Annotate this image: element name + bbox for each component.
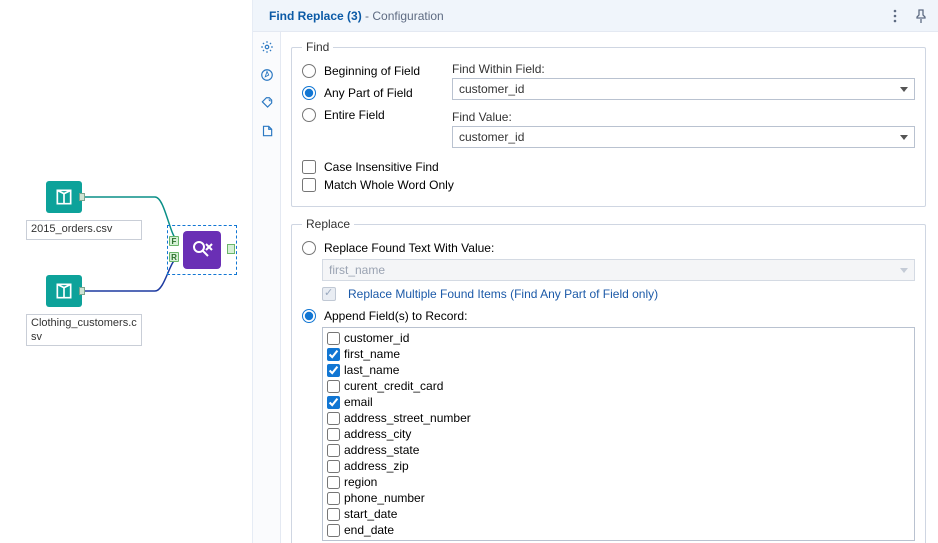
replace-value-dropdown: first_name: [322, 259, 915, 281]
radio-beginning-of-field[interactable]: Beginning of Field: [302, 64, 442, 78]
field-checkbox-address_zip[interactable]: address_zip: [327, 458, 910, 474]
field-checkbox-start_date[interactable]: start_date: [327, 506, 910, 522]
node-label-orders: 2015_orders.csv: [26, 220, 142, 240]
config-tab-icon[interactable]: [258, 38, 276, 56]
field-checkbox-end_date[interactable]: end_date: [327, 522, 910, 538]
radio-replace-with-value[interactable]: Replace Found Text With Value:: [302, 241, 915, 255]
append-field-list[interactable]: customer_idfirst_namelast_namecurent_cre…: [322, 327, 915, 541]
replace-multiple-note: Replace Multiple Found Items (Find Any P…: [322, 287, 915, 301]
replace-group: Replace Replace Found Text With Value: f…: [291, 217, 926, 543]
find-value-label: Find Value:: [452, 110, 915, 124]
input-port-f[interactable]: F: [169, 236, 179, 246]
file-input-icon: [46, 275, 82, 307]
field-checkbox-customer_id[interactable]: customer_id: [327, 330, 910, 346]
field-checkbox-address_street_number[interactable]: address_street_number: [327, 410, 910, 426]
output-port[interactable]: [79, 193, 85, 201]
field-checkbox-phone_number[interactable]: phone_number: [327, 490, 910, 506]
panel-title: Find Replace (3) - Configuration: [269, 9, 444, 23]
field-checkbox-curent_credit_card[interactable]: curent_credit_card: [327, 378, 910, 394]
checkbox-case-insensitive[interactable]: Case Insensitive Find: [302, 160, 915, 174]
pin-icon[interactable]: [914, 9, 928, 23]
find-within-label: Find Within Field:: [452, 62, 915, 76]
radio-any-part-of-field[interactable]: Any Part of Field: [302, 86, 442, 100]
output-port[interactable]: [227, 244, 235, 254]
input-port-r[interactable]: R: [169, 252, 179, 262]
configuration-panel: Find Replace (3) - Configuration: [252, 0, 938, 543]
find-group: Find Beginning of Field Any Part of Fiel…: [291, 40, 926, 207]
find-replace-tool-node[interactable]: F R: [170, 228, 234, 272]
panel-header: Find Replace (3) - Configuration: [253, 0, 938, 32]
workflow-canvas[interactable]: 2015_orders.csv Clothing_customers.csv F…: [0, 0, 252, 543]
field-checkbox-last_name[interactable]: last_name: [327, 362, 910, 378]
help-tab-icon[interactable]: [258, 122, 276, 140]
annotation-tab-icon[interactable]: [258, 94, 276, 112]
checkbox-whole-word[interactable]: Match Whole Word Only: [302, 178, 915, 192]
checkbox-replace-multiple-disabled: [322, 287, 336, 301]
radio-entire-field[interactable]: Entire Field: [302, 108, 442, 122]
field-checkbox-first_name[interactable]: first_name: [327, 346, 910, 362]
side-tab-strip: [253, 32, 281, 543]
radio-append-fields[interactable]: Append Field(s) to Record:: [302, 309, 915, 323]
field-checkbox-region[interactable]: region: [327, 474, 910, 490]
input-node-customers[interactable]: [46, 275, 82, 307]
find-value-dropdown[interactable]: customer_id: [452, 126, 915, 148]
more-options-icon[interactable]: [888, 9, 902, 23]
config-form: Find Beginning of Field Any Part of Fiel…: [281, 32, 938, 543]
file-input-icon: [46, 181, 82, 213]
field-checkbox-address_city[interactable]: address_city: [327, 426, 910, 442]
nav-tab-icon[interactable]: [258, 66, 276, 84]
input-node-orders[interactable]: [46, 181, 82, 213]
find-within-dropdown[interactable]: customer_id: [452, 78, 915, 100]
node-label-customers: Clothing_customers.csv: [26, 314, 142, 346]
field-checkbox-address_state[interactable]: address_state: [327, 442, 910, 458]
output-port[interactable]: [79, 287, 85, 295]
field-checkbox-email[interactable]: email: [327, 394, 910, 410]
